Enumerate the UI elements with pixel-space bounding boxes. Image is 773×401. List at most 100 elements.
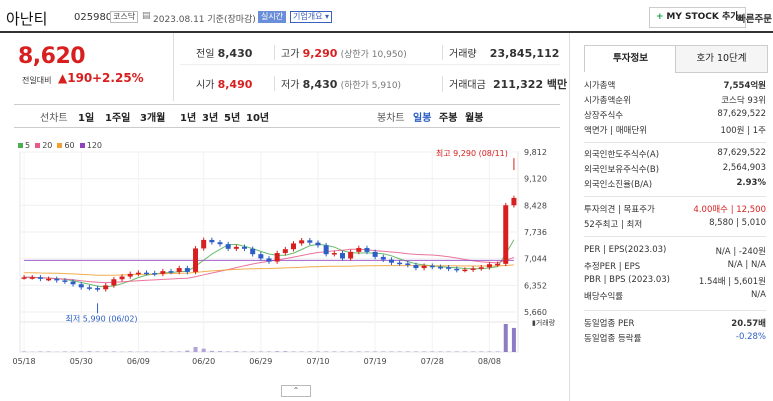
volume-bar bbox=[454, 351, 459, 352]
volume-bar bbox=[446, 351, 451, 352]
change-value: ▲190 bbox=[58, 71, 93, 85]
change-label: 전일대비 bbox=[22, 76, 52, 85]
tab-investment-info[interactable]: 투자정보 bbox=[584, 45, 677, 72]
candle-body bbox=[29, 277, 35, 279]
candle-body bbox=[470, 268, 476, 270]
industry-per-row[interactable]: 동일업종 PER 20.57배 bbox=[584, 317, 766, 329]
period-1d[interactable]: 1일 bbox=[78, 109, 94, 124]
period-1y[interactable]: 1년 bbox=[180, 109, 196, 124]
amount-label: 거래대금 bbox=[449, 80, 486, 91]
candle-body bbox=[331, 253, 337, 255]
period-3y[interactable]: 3년 bbox=[202, 109, 218, 124]
high-annotation: 최고 9,290 (08/11) bbox=[436, 148, 508, 158]
price-chart[interactable]: 9,812 9,120 8,428 7,736 7,044 6,352 5,660▮거래량 0… bbox=[0, 140, 565, 380]
candle-body bbox=[160, 271, 166, 274]
opinion-row: 투자의견 | 목표주가 4.00매수 | 12,500 bbox=[584, 203, 766, 215]
volume-bar bbox=[177, 351, 182, 352]
est-per-value: N/A | N/A bbox=[727, 260, 766, 270]
candle-body bbox=[201, 239, 207, 249]
investment-info-panel: 투자정보 호가 10단계 시가총액 7,554억원 시가총액순위 코스닥 93위 상… bbox=[569, 33, 773, 401]
candle-body bbox=[437, 266, 443, 269]
volume-bar bbox=[234, 351, 239, 352]
pbr-bps-label: PBR | BPS (2023.03) bbox=[584, 275, 670, 285]
volume-bar bbox=[291, 351, 296, 352]
volume-bar bbox=[185, 350, 190, 352]
industry-change-row[interactable]: 동일업종 등락률 -0.28% bbox=[584, 332, 766, 344]
candle-body bbox=[54, 278, 60, 281]
low-label: 저가 bbox=[281, 80, 300, 91]
foreign-ratio-row: 외국인소진율(B/A) 2.93% bbox=[584, 178, 766, 190]
candle-body bbox=[274, 253, 280, 262]
collapse-chart-button[interactable]: ⌃ bbox=[281, 385, 311, 397]
candle-body bbox=[364, 248, 370, 252]
y-tick-label: 7,044 bbox=[524, 255, 547, 264]
candle-body bbox=[144, 272, 150, 275]
volume-bar bbox=[462, 351, 467, 352]
candle-body bbox=[421, 265, 427, 269]
open-label: 시가 bbox=[196, 80, 215, 91]
foreign-holding-row: 외국인보유주식수(B) 2,564,903 bbox=[584, 163, 766, 175]
candle-body bbox=[397, 262, 403, 265]
info-divider bbox=[584, 310, 766, 311]
my-stock-add-label: MY STOCK 추가 bbox=[666, 12, 739, 22]
period-5y[interactable]: 5년 bbox=[224, 109, 240, 124]
market-cap-row: 시가총액 7,554억원 bbox=[584, 79, 766, 91]
my-stock-add-button[interactable]: + MY STOCK 추가 bbox=[649, 7, 746, 28]
candle-body bbox=[78, 284, 84, 288]
plus-icon: + bbox=[656, 12, 664, 22]
per-eps-label: PER | EPS(2023.03) bbox=[584, 245, 667, 255]
volume-bar bbox=[62, 351, 67, 352]
amount-value: 211,322 백만 bbox=[493, 78, 568, 91]
foreign-holding-label: 외국인보유주식수(B) bbox=[584, 165, 660, 175]
volume-bar bbox=[128, 351, 133, 352]
realtime-badge[interactable]: 실시간 bbox=[258, 11, 287, 23]
market-badge: 코스닥 bbox=[110, 11, 139, 23]
volume-bar bbox=[422, 351, 427, 352]
market-cap-rank-row[interactable]: 시가총액순위 코스닥 93위 bbox=[584, 94, 766, 106]
tab-orderbook[interactable]: 호가 10단계 bbox=[675, 45, 768, 73]
foreign-limit-value: 87,629,522 bbox=[717, 148, 766, 158]
period-3m[interactable]: 3개월 bbox=[140, 109, 165, 124]
info-divider bbox=[584, 196, 766, 197]
candle-body bbox=[486, 264, 492, 268]
candle-body bbox=[413, 264, 419, 269]
volume-bar bbox=[511, 327, 516, 352]
high-price: 고가 9,290 (상한가 10,950) bbox=[274, 45, 407, 60]
upper-limit: (상한가 10,950) bbox=[340, 50, 407, 60]
candle-body bbox=[95, 288, 101, 290]
quick-order-button[interactable]: 빠른주문 bbox=[737, 11, 772, 25]
candle-body bbox=[388, 259, 394, 263]
volume-bar bbox=[144, 351, 149, 352]
period-1w[interactable]: 1주일 bbox=[105, 109, 130, 124]
candle-weekly[interactable]: 주봉 bbox=[439, 109, 457, 124]
candle-body bbox=[217, 242, 223, 245]
candle-monthly[interactable]: 월봉 bbox=[465, 109, 483, 124]
candle-daily[interactable]: 일봉 bbox=[413, 109, 431, 124]
volume-bar bbox=[160, 351, 165, 352]
volume-bar bbox=[283, 351, 288, 352]
volume-bar bbox=[209, 350, 214, 352]
volume-bar bbox=[22, 351, 27, 352]
volume-bar bbox=[250, 351, 255, 352]
volume-bar bbox=[201, 348, 206, 352]
industry-per-value: 20.57배 bbox=[731, 319, 766, 329]
candle-body bbox=[152, 273, 158, 275]
par-value-value: 100원 | 1주 bbox=[720, 126, 766, 136]
candle-body bbox=[70, 281, 76, 285]
candle-body bbox=[135, 272, 141, 275]
listed-shares-row: 상장주식수 87,629,522 bbox=[584, 109, 766, 121]
volume-bar bbox=[479, 351, 484, 352]
x-tick-label: 07/10 bbox=[306, 357, 329, 366]
summary-divider bbox=[180, 64, 560, 65]
prev-label: 전일 bbox=[196, 49, 215, 60]
volume-bar bbox=[438, 351, 443, 352]
foreign-ratio-value: 2.93% bbox=[736, 178, 767, 188]
candle-body bbox=[266, 258, 272, 262]
company-overview-badge[interactable]: 기업개요 ▾ bbox=[290, 11, 333, 23]
candle-body bbox=[307, 240, 313, 243]
candle-body bbox=[405, 263, 411, 265]
candle-body bbox=[356, 248, 362, 252]
period-10y[interactable]: 10년 bbox=[246, 109, 269, 124]
volume-bar bbox=[356, 351, 361, 352]
candle-body bbox=[184, 268, 190, 272]
